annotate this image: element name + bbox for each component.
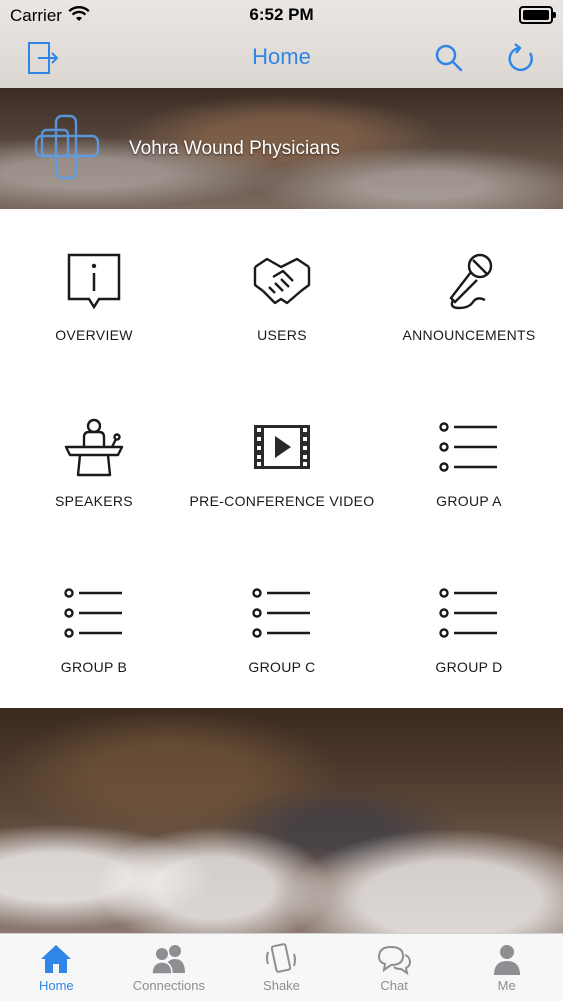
- tab-me[interactable]: Me: [450, 934, 563, 1001]
- tab-chat-label: Chat: [380, 978, 408, 993]
- page-title: Home: [252, 44, 311, 69]
- pre-conference-video-label: PRE-CONFERENCE VIDEO: [189, 493, 375, 509]
- overview-label: OVERVIEW: [55, 327, 133, 343]
- event-photo: [0, 708, 563, 933]
- overview-tile[interactable]: OVERVIEW: [0, 209, 188, 375]
- refresh-button[interactable]: [501, 38, 541, 78]
- search-button[interactable]: [429, 38, 469, 78]
- clock: 6:52 PM: [249, 5, 314, 24]
- tab-shake-label: Shake: [263, 978, 300, 993]
- group-b-label: GROUP B: [60, 659, 128, 675]
- shake-phone-icon: [264, 942, 298, 976]
- speakers-label: SPEAKERS: [55, 493, 133, 509]
- video-play-icon: [253, 417, 311, 477]
- group-d-tile[interactable]: GROUP D: [375, 541, 563, 707]
- event-banner: Vohra Wound Physicians: [0, 88, 563, 209]
- tab-chat[interactable]: Chat: [338, 934, 451, 1001]
- users-label: USERS: [257, 327, 307, 343]
- pre-conference-video-tile[interactable]: PRE-CONFERENCE VIDEO: [188, 375, 376, 541]
- battery-icon: [519, 6, 556, 24]
- tab-home-label: Home: [38, 978, 74, 993]
- list-icon: [439, 583, 499, 643]
- people-icon: [150, 942, 188, 976]
- speaker-podium-icon: [64, 417, 124, 477]
- microphone-icon: [443, 251, 495, 311]
- handshake-icon: [253, 251, 311, 311]
- group-d-label: GROUP D: [435, 659, 503, 675]
- group-c-tile[interactable]: GROUP C: [188, 541, 376, 707]
- status-bar: Carrier 6:52 PM: [0, 0, 563, 30]
- announcements-tile[interactable]: ANNOUNCEMENTS: [375, 209, 563, 375]
- person-icon: [492, 942, 522, 976]
- menu-grid: OVERVIEW USERS ANNOUNCEMENTS SPEAKERS PR…: [0, 209, 563, 708]
- tab-me-label: Me: [497, 978, 516, 993]
- group-b-tile[interactable]: GROUP B: [0, 541, 188, 707]
- search-icon: [435, 44, 463, 72]
- group-a-label: GROUP A: [436, 493, 502, 509]
- list-icon: [64, 583, 124, 643]
- home-icon: [39, 942, 73, 976]
- refresh-icon: [508, 43, 533, 72]
- users-tile[interactable]: USERS: [188, 209, 376, 375]
- group-a-tile[interactable]: GROUP A: [375, 375, 563, 541]
- announcements-label: ANNOUNCEMENTS: [402, 327, 536, 343]
- tab-connections[interactable]: Connections: [113, 934, 226, 1001]
- chat-bubbles-icon: [376, 942, 412, 976]
- info-icon: [67, 251, 121, 311]
- speakers-tile[interactable]: SPEAKERS: [0, 375, 188, 541]
- list-icon: [252, 583, 312, 643]
- tab-shake[interactable]: Shake: [225, 934, 338, 1001]
- tab-connections-label: Connections: [132, 978, 206, 993]
- medical-cross-logo: [34, 114, 100, 185]
- tab-bar: Home Connections Shake Chat Me: [0, 933, 563, 1001]
- navigation-bar: Home: [0, 30, 563, 88]
- tab-home[interactable]: Home: [0, 934, 113, 1001]
- list-icon: [439, 417, 499, 477]
- banner-title: Vohra Wound Physicians: [129, 138, 340, 159]
- group-c-label: GROUP C: [248, 659, 316, 675]
